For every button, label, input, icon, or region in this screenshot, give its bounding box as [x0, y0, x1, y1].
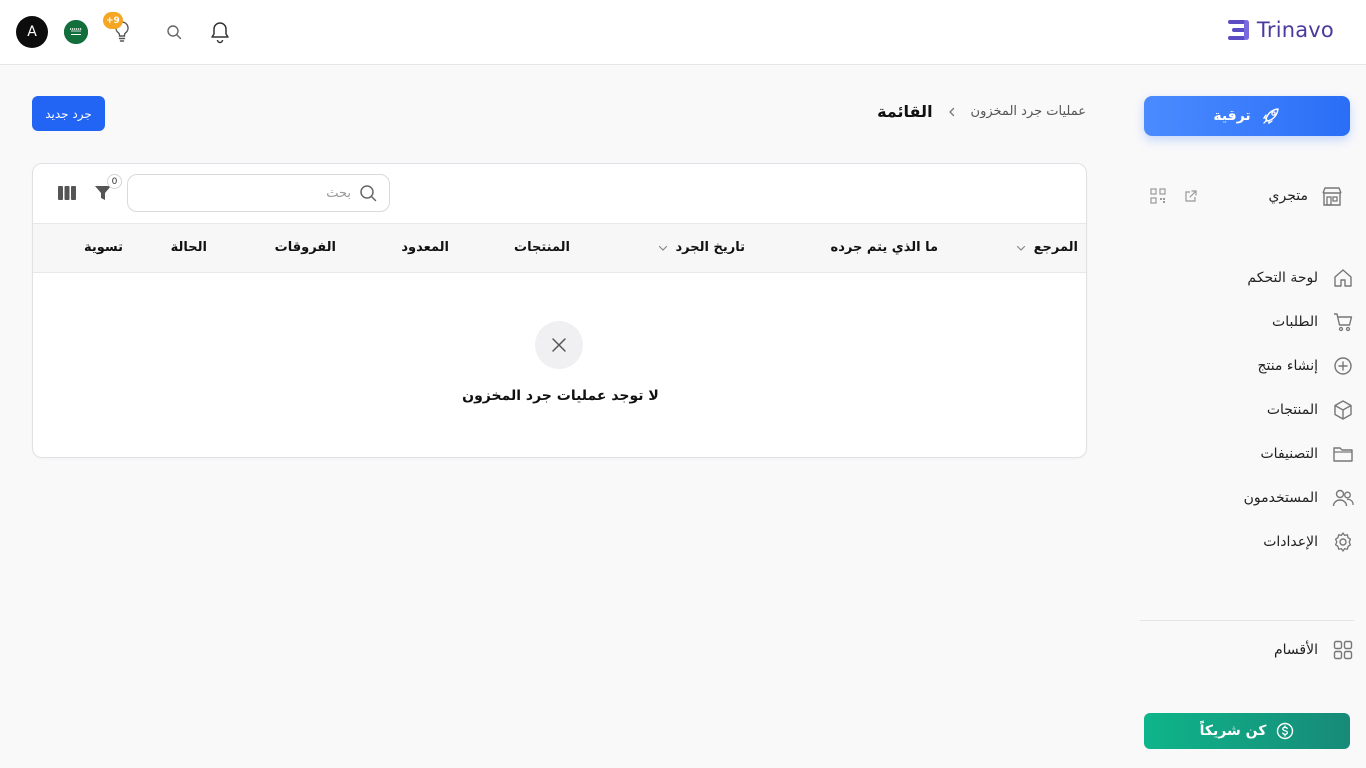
sidebar-divider — [1140, 620, 1354, 621]
brand-logo[interactable]: Trinavo — [1227, 18, 1334, 42]
upgrade-button[interactable]: ترقية — [1144, 96, 1350, 136]
cart-icon — [1334, 313, 1353, 332]
column-header-counted: المعدود — [401, 240, 449, 255]
column-header-count-date[interactable]: تاريخ الجرد — [658, 240, 746, 255]
chevron-down-icon — [658, 245, 667, 251]
upgrade-label: ترقية — [1213, 108, 1251, 124]
logo-icon — [1227, 20, 1249, 40]
sidebar-item-sections[interactable]: الأقسام — [1144, 636, 1354, 664]
gear-icon — [1334, 532, 1352, 552]
filter-button[interactable]: 0 — [93, 174, 122, 205]
sidebar-item-dashboard[interactable]: لوحة التحكم — [1144, 256, 1354, 300]
sidebar-item-label: إنشاء منتج — [1257, 358, 1318, 374]
home-icon — [1334, 269, 1352, 287]
tips-badge: +9 — [103, 12, 123, 29]
sidebar-item-label: الإعدادات — [1263, 534, 1318, 550]
column-header-status: الحالة — [171, 240, 207, 255]
users-icon — [1332, 489, 1354, 507]
user-avatar[interactable]: A — [16, 16, 48, 48]
column-header-products: المنتجات — [514, 240, 570, 255]
page-title: القائمة — [877, 102, 933, 121]
sidebar-item-categories[interactable]: التصنيفات — [1144, 432, 1354, 476]
sidebar-item-label: التصنيفات — [1260, 446, 1319, 462]
column-header-label: تسوية — [83, 240, 123, 255]
close-icon — [552, 338, 566, 352]
sidebar-nav: لوحة التحكم الطلبات إنشاء منتج المنتجات … — [1144, 256, 1354, 564]
chevron-down-icon — [1016, 245, 1025, 251]
column-header-adjustment: تسوية — [84, 240, 123, 255]
column-header-differences: الفروقات — [275, 240, 336, 255]
table-header: المرجع ما الذي يتم جرده تاريخ الجرد المن… — [33, 224, 1086, 273]
stocktake-table-card: 0 المرجع ما الذي يتم جرده تاريخ الجرد ال… — [32, 163, 1087, 458]
empty-state-icon — [535, 321, 583, 369]
folder-icon — [1333, 447, 1353, 462]
table-toolbar: 0 — [33, 164, 1086, 224]
search-icon[interactable] — [166, 24, 182, 40]
partner-label: كن شريكاً — [1199, 723, 1267, 739]
search-icon — [360, 185, 377, 202]
columns-icon[interactable] — [57, 184, 77, 202]
brand-name: Trinavo — [1256, 18, 1334, 42]
sidebar-item-orders[interactable]: الطلبات — [1144, 300, 1354, 344]
dollar-icon — [1277, 722, 1294, 740]
rocket-icon — [1262, 108, 1279, 125]
saudi-flag-icon[interactable] — [64, 20, 88, 44]
column-header-label: تاريخ الجرد — [675, 240, 746, 255]
sidebar-item-label: الطلبات — [1272, 314, 1318, 330]
bell-icon[interactable] — [209, 20, 231, 44]
my-store-label: متجري — [1268, 188, 1308, 204]
external-link-icon[interactable] — [1184, 189, 1198, 203]
sidebar-item-users[interactable]: المستخدمون — [1144, 476, 1354, 520]
qr-code-icon[interactable] — [1150, 188, 1166, 204]
filter-count-badge: 0 — [107, 174, 122, 189]
new-stocktake-button[interactable]: جرد جديد — [32, 96, 105, 131]
top-bar: Trinavo A +9 — [0, 0, 1366, 65]
column-header-label: ما الذي يتم جرده — [830, 240, 938, 255]
become-partner-button[interactable]: كن شريكاً — [1144, 713, 1350, 749]
sidebar-item-label: لوحة التحكم — [1247, 270, 1318, 286]
sections-label: الأقسام — [1274, 642, 1318, 658]
column-header-label: المنتجات — [514, 240, 570, 255]
tips-button[interactable]: +9 — [103, 12, 134, 44]
store-icon — [1322, 187, 1342, 206]
column-header-label: المرجع — [1033, 240, 1078, 255]
breadcrumb: عمليات جرد المخزون القائمة — [877, 102, 1086, 121]
plus-circle-icon — [1334, 357, 1352, 375]
sidebar-item-create-product[interactable]: إنشاء منتج — [1144, 344, 1354, 388]
sidebar-item-label: المنتجات — [1266, 402, 1318, 418]
column-header-reference[interactable]: المرجع — [1016, 240, 1078, 255]
sidebar-item-label: المستخدمون — [1243, 490, 1318, 506]
table-search-input[interactable] — [151, 185, 351, 201]
breadcrumb-parent-link[interactable]: عمليات جرد المخزون — [971, 104, 1086, 119]
sidebar-item-products[interactable]: المنتجات — [1144, 388, 1354, 432]
column-header-label: المعدود — [401, 240, 449, 255]
box-icon — [1334, 400, 1352, 420]
table-search-box[interactable] — [127, 174, 390, 212]
sidebar-item-settings[interactable]: الإعدادات — [1144, 520, 1354, 564]
chevron-left-icon — [948, 107, 954, 116]
column-header-label: الفروقات — [274, 240, 336, 255]
grid-icon — [1333, 640, 1353, 660]
empty-state-message: لا توجد عمليات جرد المخزون — [462, 388, 659, 404]
column-header-label: الحالة — [170, 240, 207, 255]
column-header-what-is-counted: ما الذي يتم جرده — [831, 240, 938, 255]
my-store-row[interactable]: متجري — [1144, 180, 1350, 212]
